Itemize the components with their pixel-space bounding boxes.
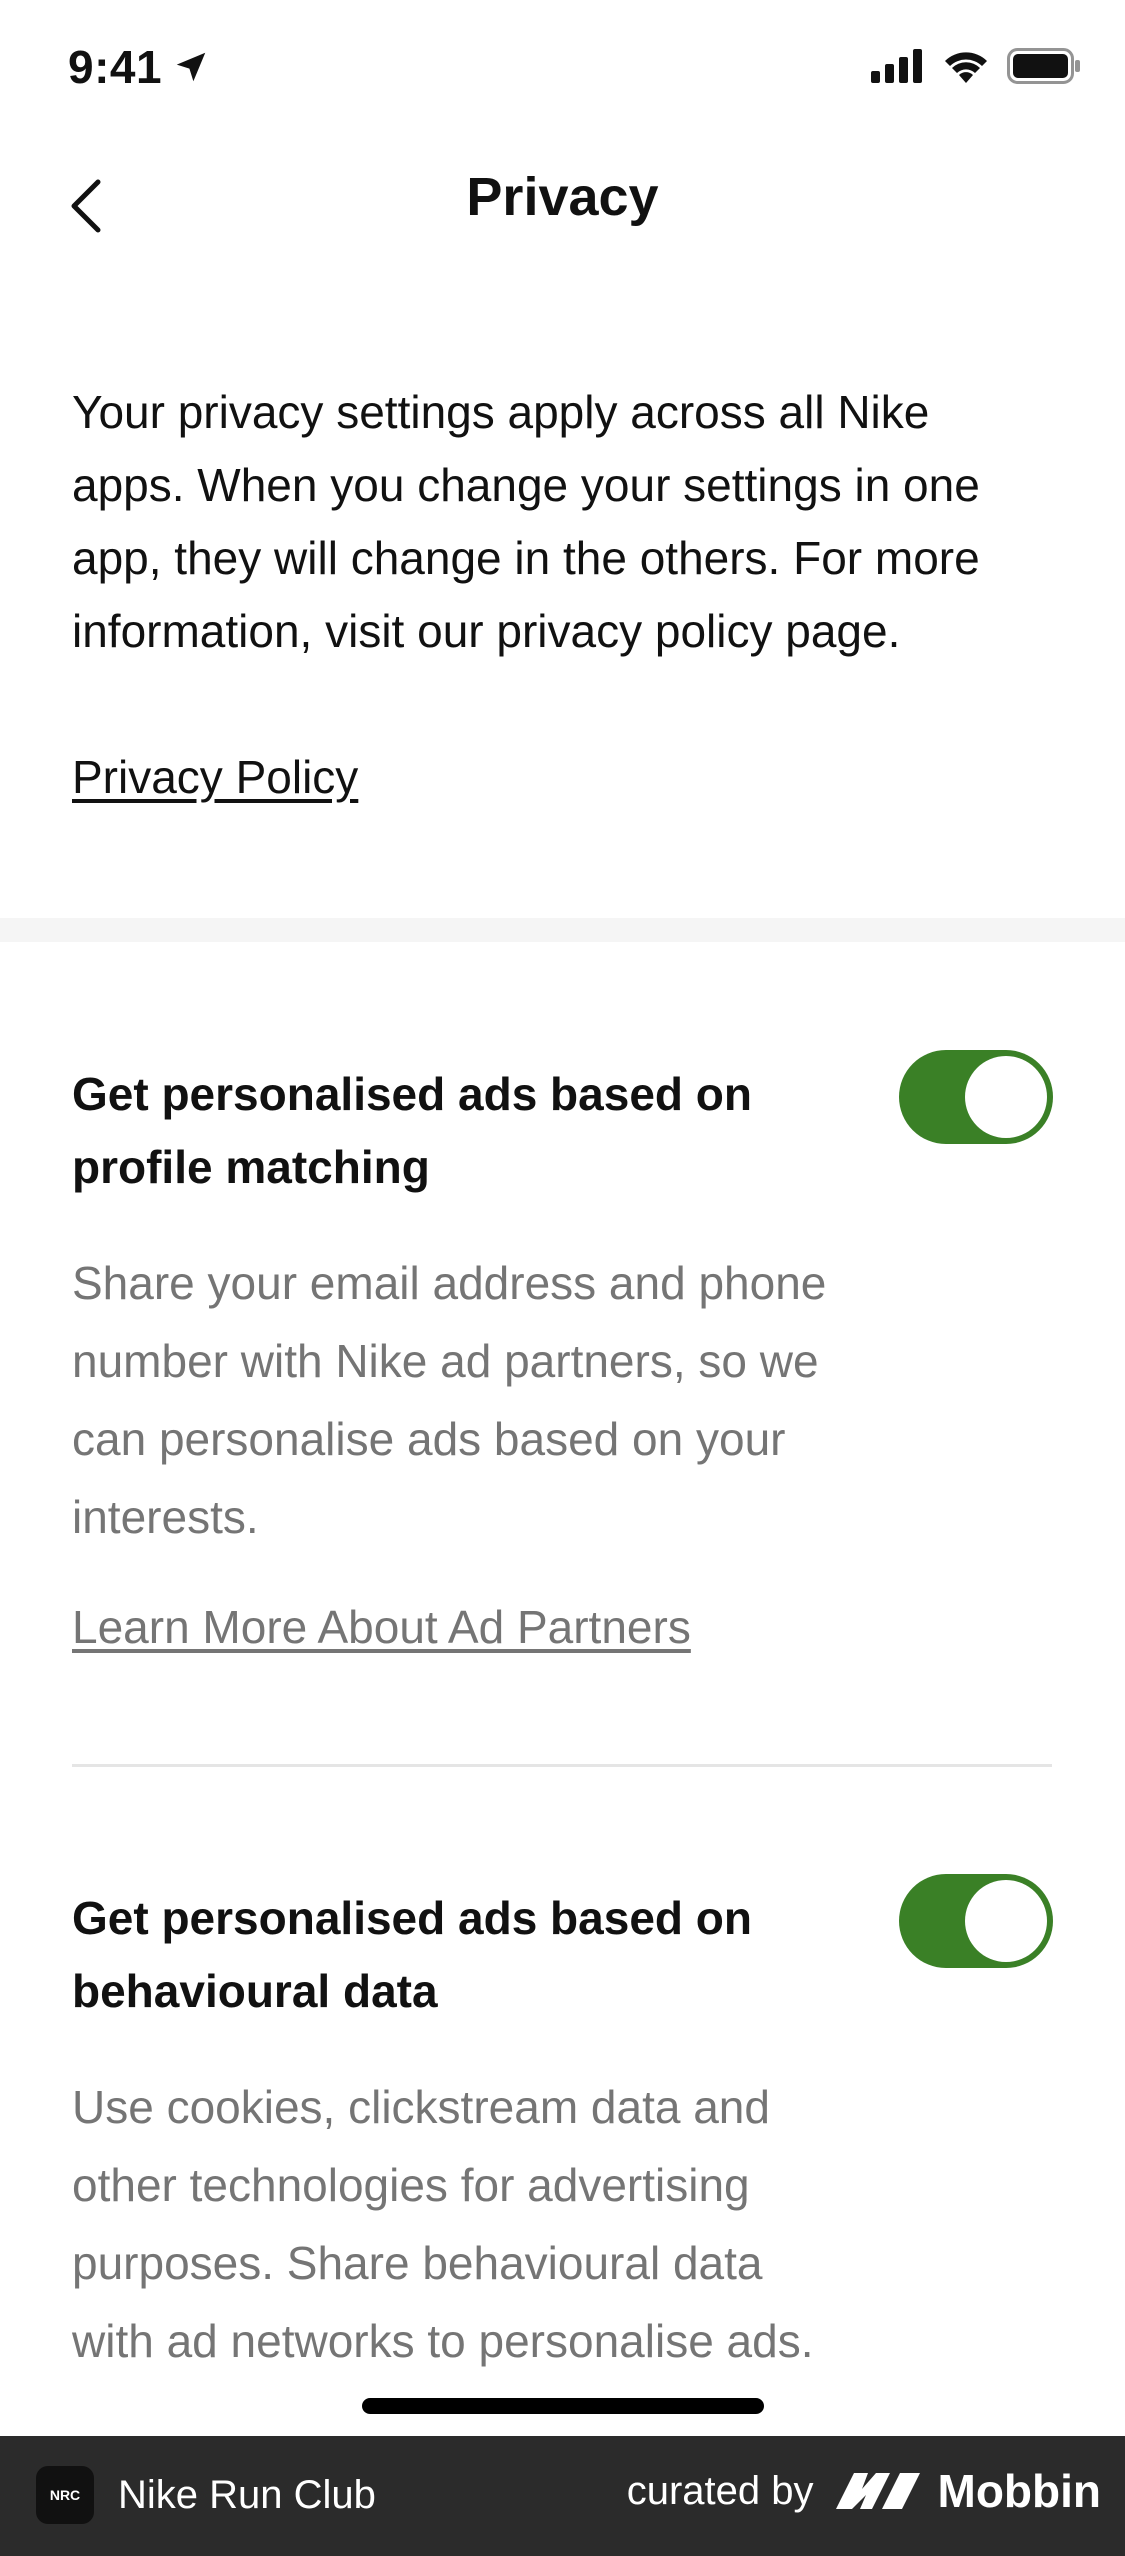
- setting-profile-matching: Get personalised ads based on profile ma…: [72, 1058, 1062, 1654]
- home-indicator: [362, 2398, 764, 2414]
- wifi-icon: [945, 52, 987, 83]
- setting-description: Use cookies, clickstream data and other …: [72, 2081, 814, 2367]
- privacy-policy-link[interactable]: Privacy Policy: [72, 750, 358, 804]
- privacy-intro-text: Your privacy settings apply across all N…: [72, 386, 980, 657]
- mobbin-wordmark: Mobbin: [937, 2465, 1102, 2517]
- status-indicators: [871, 48, 1081, 84]
- toggle-knob: [965, 1880, 1047, 1962]
- behavioural-data-toggle[interactable]: [899, 1874, 1053, 1968]
- mobbin-logo-icon: [835, 2473, 920, 2509]
- status-bar: 9:41: [0, 0, 1125, 140]
- toggle-knob: [965, 1056, 1047, 1138]
- attribution-banner: NRC Nike Run Club curated by Mobbin: [0, 2436, 1125, 2556]
- section-divider: [0, 918, 1125, 942]
- mobbin-logo: Mobbin: [832, 2464, 1102, 2518]
- banner-app: NRC Nike Run Club: [36, 2466, 376, 2524]
- status-time: 9:41: [68, 40, 210, 94]
- profile-matching-toggle[interactable]: [899, 1050, 1053, 1144]
- status-time-label: 9:41: [68, 41, 163, 93]
- banner-credit: curated by Mobbin: [627, 2464, 1101, 2518]
- page-title: Privacy: [466, 167, 659, 227]
- navigation-bar: Privacy: [0, 140, 1125, 260]
- location-arrow-icon: [176, 52, 206, 82]
- privacy-screen: 9:41 Privacy Your privacy settings apply…: [0, 0, 1125, 2556]
- cellular-signal-icon: [871, 49, 922, 83]
- nike-run-club-app-icon: NRC: [36, 2466, 94, 2524]
- setting-title: Get personalised ads based on behavioura…: [72, 1892, 752, 2017]
- curated-by-label: curated by: [626, 2468, 814, 2513]
- battery-icon: [1007, 48, 1080, 84]
- setting-behavioural-data: Get personalised ads based on behavioura…: [72, 1882, 1062, 2380]
- app-name: Nike Run Club: [118, 2472, 376, 2517]
- divider: [72, 1764, 1052, 1767]
- setting-title: Get personalised ads based on profile ma…: [72, 1068, 752, 1193]
- setting-description: Share your email address and phone numbe…: [72, 1257, 827, 1543]
- learn-more-ad-partners-link[interactable]: Learn More About Ad Partners: [72, 1600, 691, 1654]
